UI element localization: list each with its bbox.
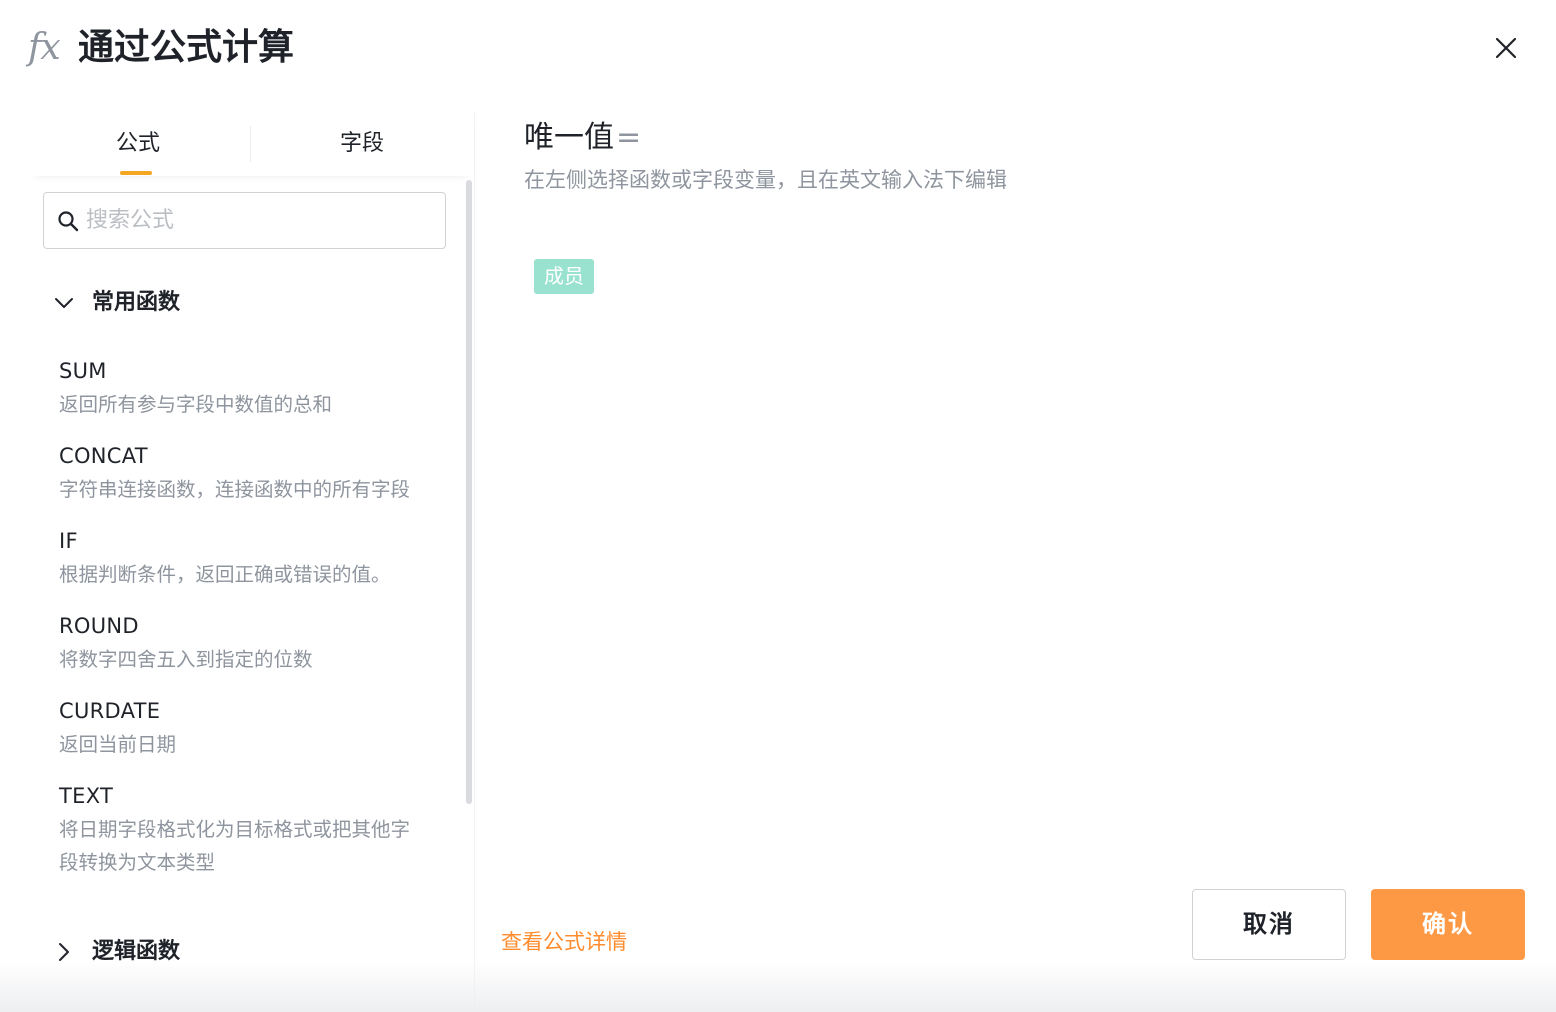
function-list: SUM 返回所有参与字段中数值的总和 CONCAT 字符串连接函数，连接函数中的… [59, 354, 429, 897]
equals-sign: = [616, 120, 642, 155]
function-panel: 公式 字段 常用函数 SUM 返回所有参与字段中数值的总和 CONC [28, 112, 474, 1012]
close-button[interactable] [1490, 32, 1522, 64]
target-field-name: 唯一值 [524, 120, 614, 155]
search-icon [58, 211, 79, 232]
search-input[interactable] [84, 194, 434, 247]
group-label: 逻辑函数 [92, 939, 181, 964]
function-item-text[interactable]: TEXT 将日期字段格式化为目标格式或把其他字段转换为文本类型 [59, 779, 429, 879]
function-list-scrollbar[interactable] [466, 180, 472, 804]
function-description: 返回当前日期 [59, 733, 177, 756]
function-description: 根据判断条件，返回正确或错误的值。 [59, 563, 391, 586]
editor-hint: 在左侧选择函数或字段变量，且在英文输入法下编辑 [524, 168, 1007, 192]
function-description: 字符串连接函数，连接函数中的所有字段 [59, 478, 411, 501]
chevron-down-icon [55, 298, 73, 308]
function-name: CURDATE [59, 699, 161, 723]
group-label: 常用函数 [92, 290, 181, 315]
formula-token-member[interactable]: 成员 [534, 259, 594, 294]
search-box[interactable] [43, 192, 446, 249]
fx-icon: fx [28, 27, 61, 68]
editor-field-title: 唯一值= [524, 116, 641, 160]
function-name: IF [59, 529, 78, 553]
function-name: ROUND [59, 614, 139, 638]
tab-field[interactable]: 字段 [252, 112, 472, 176]
panel-divider [474, 112, 475, 1012]
function-description: 将日期字段格式化为目标格式或把其他字段转换为文本类型 [59, 818, 411, 874]
panel-tabs: 公式 字段 [28, 112, 474, 176]
tab-formula[interactable]: 公式 [28, 112, 248, 176]
function-item-sum[interactable]: SUM 返回所有参与字段中数值的总和 [59, 354, 429, 421]
chevron-right-icon [59, 943, 69, 961]
confirm-button[interactable]: 确认 [1371, 889, 1525, 960]
function-description: 将数字四舍五入到指定的位数 [59, 648, 313, 671]
dialog-header: fx 通过公式计算 [0, 0, 1556, 96]
tab-divider [250, 126, 251, 162]
dialog-title: 通过公式计算 [78, 27, 295, 68]
function-name: CONCAT [59, 444, 148, 468]
close-icon [1495, 37, 1517, 59]
function-name: TEXT [59, 784, 114, 808]
function-name: SUM [59, 359, 107, 383]
active-tab-indicator [120, 171, 152, 175]
formula-dialog: fx 通过公式计算 公式 字段 常用函数 [0, 0, 1556, 1012]
function-item-concat[interactable]: CONCAT 字符串连接函数，连接函数中的所有字段 [59, 439, 429, 506]
cancel-button[interactable]: 取消 [1192, 889, 1346, 960]
function-item-curdate[interactable]: CURDATE 返回当前日期 [59, 694, 429, 761]
function-item-round[interactable]: ROUND 将数字四舍五入到指定的位数 [59, 609, 429, 676]
view-formula-details-link[interactable]: 查看公式详情 [501, 925, 627, 959]
function-description: 返回所有参与字段中数值的总和 [59, 393, 333, 416]
function-item-if[interactable]: IF 根据判断条件，返回正确或错误的值。 [59, 524, 429, 591]
